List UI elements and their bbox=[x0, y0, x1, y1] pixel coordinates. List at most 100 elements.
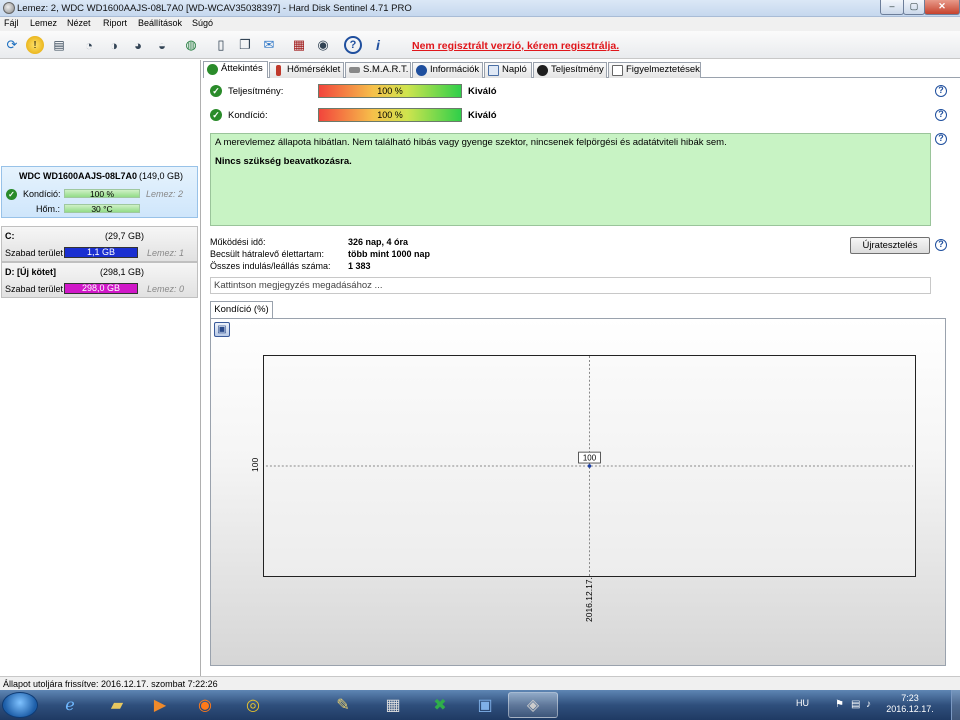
volume-disk: Lemez: 0 bbox=[147, 284, 185, 294]
tab-label: Napló bbox=[502, 64, 527, 75]
health-chart: 100 bbox=[263, 355, 916, 577]
disk-ok-icon: ✓ bbox=[6, 189, 17, 200]
disk-tools-icon[interactable]: ◒ bbox=[153, 36, 171, 54]
tab-label: Információk bbox=[430, 64, 480, 75]
copy-icon[interactable]: ❐ bbox=[236, 36, 254, 54]
registration-link[interactable]: Nem regisztrált verzió, kérem regisztrál… bbox=[412, 40, 619, 52]
app-icon bbox=[3, 2, 15, 14]
hd-sentinel-task-icon[interactable]: ◈ bbox=[508, 692, 558, 718]
start-button[interactable] bbox=[2, 692, 38, 718]
smart-icon bbox=[349, 67, 360, 73]
save-graph-icon[interactable]: ▣ bbox=[214, 322, 230, 337]
paint-icon[interactable]: ✎ bbox=[318, 692, 368, 718]
disk-name: WDC WD1600AAJS-08L7A0 bbox=[19, 171, 138, 181]
alerts-icon bbox=[612, 65, 623, 76]
health-help-icon[interactable]: ? bbox=[935, 109, 947, 121]
disk-temp-bar: 30 °C bbox=[64, 204, 140, 213]
network-tray-icon[interactable]: ▤ bbox=[851, 699, 860, 710]
maximize-button[interactable]: ▢ bbox=[903, 0, 925, 15]
check-icon bbox=[207, 64, 218, 75]
health-ok-icon: ✓ bbox=[210, 109, 222, 121]
x-tick-label: 2016.12.17. bbox=[584, 577, 594, 622]
disk-surface-icon[interactable]: ◑ bbox=[105, 36, 123, 54]
menu-view[interactable]: Nézet bbox=[67, 18, 91, 28]
document-icon[interactable]: ▯ bbox=[212, 36, 230, 54]
tab-overview[interactable]: Áttekintés bbox=[203, 61, 268, 79]
tab-info[interactable]: Információk bbox=[412, 62, 483, 78]
tab-label: Teljesítmény bbox=[551, 64, 604, 75]
firefox-icon[interactable]: ◉ bbox=[180, 692, 230, 718]
clock-time: 7:23 bbox=[901, 693, 919, 703]
network-app-icon[interactable]: ▣ bbox=[460, 692, 510, 718]
status-help-icon[interactable]: ? bbox=[935, 133, 947, 145]
performance-icon bbox=[537, 65, 548, 76]
close-button[interactable]: ✕ bbox=[924, 0, 960, 15]
remaining-life-value: több mint 1000 nap bbox=[348, 249, 431, 259]
alert-icon[interactable]: ! bbox=[26, 36, 44, 54]
tab-temperature[interactable]: Hőmérséklet bbox=[269, 62, 344, 78]
web-icon[interactable]: ◍ bbox=[182, 36, 200, 54]
volume-c[interactable]: C: (29,7 GB) Szabad terület 1,1 GB Lemez… bbox=[1, 226, 198, 262]
remaining-life-label: Becsült hátralevő élettartam: bbox=[210, 249, 325, 259]
log-icon bbox=[488, 65, 499, 76]
tab-log[interactable]: Napló bbox=[484, 62, 532, 78]
language-indicator[interactable]: HU bbox=[796, 698, 809, 708]
chart-point bbox=[587, 464, 592, 468]
power-on-label: Működési idő: bbox=[210, 237, 266, 247]
chrome-icon[interactable]: ◎ bbox=[228, 692, 278, 718]
minimize-button[interactable]: – bbox=[880, 0, 904, 15]
menu-file[interactable]: Fájl bbox=[4, 18, 19, 28]
retest-help-icon[interactable]: ? bbox=[935, 239, 947, 251]
graph-tab-health[interactable]: Kondíció (%) bbox=[210, 301, 273, 318]
disk-index: Lemez: 2 bbox=[146, 189, 184, 199]
window-title: Lemez: 2, WDC WD1600AAJS-08L7A0 [WD-WCAV… bbox=[17, 3, 412, 14]
performance-ok-icon: ✓ bbox=[210, 85, 222, 97]
retest-button[interactable]: Újratesztelés bbox=[850, 237, 930, 254]
disk-health-bar: 100 % bbox=[64, 189, 140, 198]
volume-icon[interactable]: ♪ bbox=[866, 699, 871, 710]
menu-help[interactable]: Súgó bbox=[192, 18, 213, 28]
speaker-icon[interactable]: ◉ bbox=[314, 36, 332, 54]
start-stop-value: 1 383 bbox=[348, 261, 371, 271]
power-on-value: 326 nap, 4 óra bbox=[348, 237, 409, 247]
disk-card[interactable]: WDC WD1600AAJS-08L7A0 (149,0 GB) ✓ Kondí… bbox=[1, 166, 198, 218]
ie-icon[interactable]: ℯ bbox=[45, 692, 95, 718]
calculator-icon[interactable]: ▦ bbox=[368, 692, 418, 718]
refresh-icon[interactable]: ⟳ bbox=[3, 36, 21, 54]
about-icon[interactable]: i bbox=[369, 36, 387, 54]
taskbar: ℯ ▰ ▶ ◉ ◎ ✎ ▦ ✖ ▣ ◈ HU ⚑ ▤ ♪ 7:23 2016.1… bbox=[0, 690, 960, 720]
menu-settings[interactable]: Beállítások bbox=[138, 18, 182, 28]
disk-list-panel bbox=[0, 60, 201, 676]
start-stop-label: Összes indulás/leállás száma: bbox=[210, 261, 331, 271]
flag-icon[interactable]: ⚑ bbox=[835, 699, 844, 710]
menu-disk[interactable]: Lemez bbox=[30, 18, 57, 28]
health-rating: Kiváló bbox=[468, 110, 497, 121]
performance-label: Teljesítmény: bbox=[228, 86, 284, 97]
excel-icon[interactable]: ✖ bbox=[415, 692, 465, 718]
show-desktop-button[interactable] bbox=[951, 690, 960, 720]
monitor-icon[interactable]: ▦ bbox=[290, 36, 308, 54]
chart-data-label: 100 bbox=[583, 454, 597, 463]
note-input[interactable]: Kattintson megjegyzés megadásához ... bbox=[210, 277, 931, 294]
volume-disk: Lemez: 1 bbox=[147, 248, 185, 258]
volume-d[interactable]: D: [Új kötet] (298,1 GB) Szabad terület … bbox=[1, 262, 198, 298]
menu-report[interactable]: Riport bbox=[103, 18, 127, 28]
status-bar: Állapot utoljára frissítve: 2016.12.17. … bbox=[0, 676, 960, 690]
free-space-bar: 298,0 GB bbox=[64, 283, 138, 294]
clock-date: 2016.12.17. bbox=[886, 704, 934, 714]
disk-repair-icon[interactable]: ◕ bbox=[129, 36, 147, 54]
disk-test-icon[interactable]: ◔ bbox=[80, 36, 98, 54]
tab-label: Hőmérséklet bbox=[287, 64, 341, 75]
tab-performance[interactable]: Teljesítmény bbox=[533, 62, 607, 78]
performance-help-icon[interactable]: ? bbox=[935, 85, 947, 97]
clock[interactable]: 7:23 2016.12.17. bbox=[880, 693, 940, 715]
network-icon[interactable]: ✉ bbox=[260, 36, 278, 54]
media-player-icon[interactable]: ▶ bbox=[135, 692, 185, 718]
tab-alerts[interactable]: Figyelmeztetések bbox=[608, 62, 701, 78]
disk-temp-label: Hőm.: bbox=[36, 204, 61, 214]
help-icon[interactable]: ? bbox=[344, 36, 362, 54]
report-icon[interactable]: ▤ bbox=[50, 36, 68, 54]
tab-smart[interactable]: S.M.A.R.T. bbox=[345, 62, 411, 78]
title-bar: Lemez: 2, WDC WD1600AAJS-08L7A0 [WD-WCAV… bbox=[0, 0, 960, 17]
toolbar: ⟳ ! ▤ ◔ ◑ ◕ ◒ ◍ ▯ ❐ ✉ ▦ ◉ ? i Nem regisz… bbox=[0, 31, 960, 59]
